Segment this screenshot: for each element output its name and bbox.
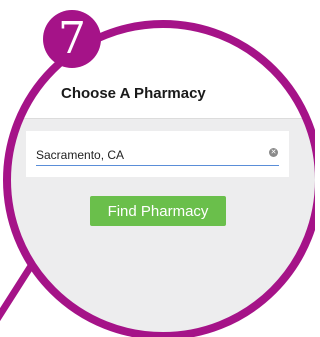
clear-icon[interactable]: ✕ bbox=[269, 148, 278, 157]
location-search-input[interactable] bbox=[36, 145, 279, 166]
page-title: Choose A Pharmacy bbox=[61, 85, 206, 102]
app-bar: ← Choose A Pharmacy bbox=[5, 72, 315, 119]
step-badge: 7 bbox=[43, 10, 101, 68]
find-pharmacy-button[interactable]: Find Pharmacy bbox=[90, 196, 226, 226]
search-card: ✕ bbox=[26, 131, 289, 177]
